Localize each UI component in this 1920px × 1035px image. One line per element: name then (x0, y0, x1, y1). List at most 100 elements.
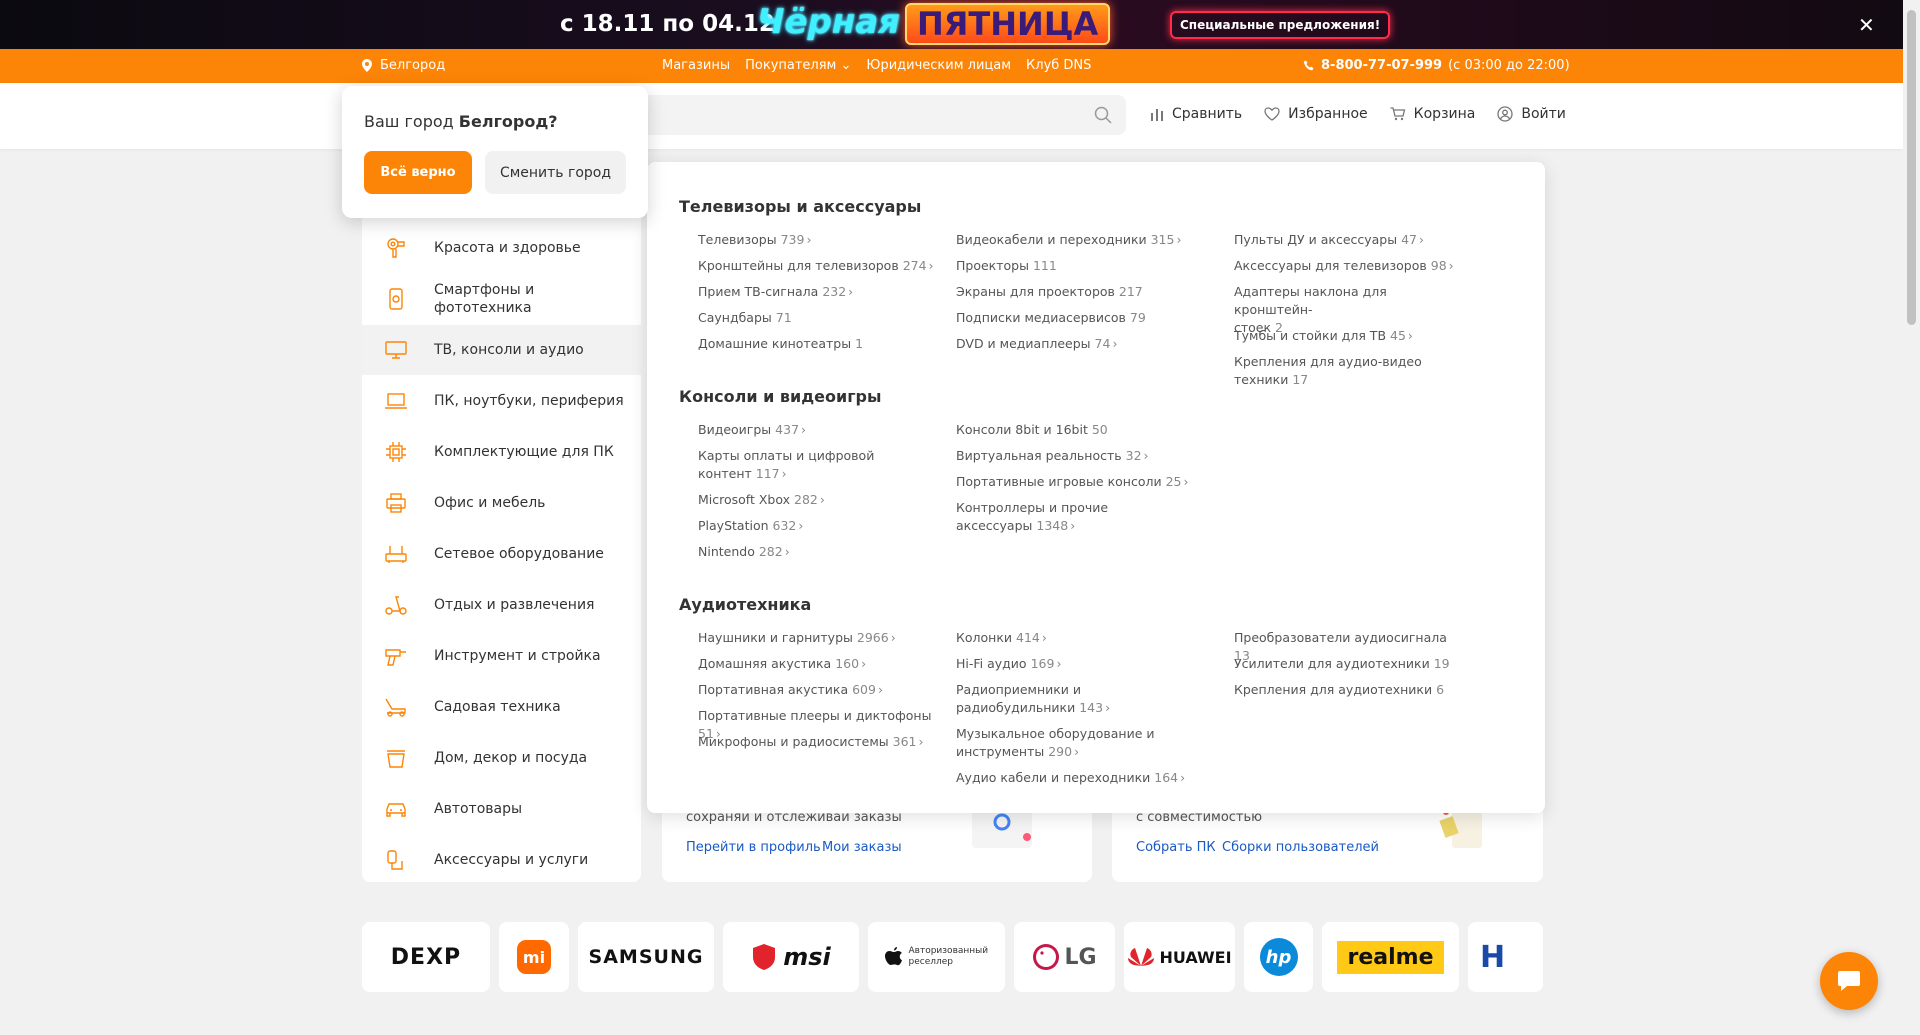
submenu-link-count: 1348 (1036, 518, 1069, 533)
city-confirm-button[interactable]: Всё верно (364, 151, 472, 194)
submenu-link[interactable]: Домашние кинотеатры 1 (698, 335, 938, 353)
brand-xiaomi[interactable]: mi (499, 922, 569, 992)
user-builds-link[interactable]: Сборки пользователей (1222, 840, 1379, 855)
sidebar-item-network[interactable]: Сетевое оборудование (362, 529, 641, 579)
sidebar-item-smartphones[interactable]: Смартфоны и фототехника (362, 274, 641, 324)
promo-banner[interactable]: с 18.11 по 04.12 Чёрная ПЯТНИЦА Специаль… (0, 0, 1903, 49)
submenu-link[interactable]: Виртуальная реальность 32 › (956, 447, 1196, 465)
submenu-link[interactable]: Контроллеры и прочие аксессуары 1348 › (956, 499, 1196, 535)
submenu-link[interactable]: Hi-Fi аудио 169 › (956, 655, 1196, 673)
tv-icon (385, 341, 407, 359)
search-icon[interactable] (1094, 106, 1112, 124)
profile-link[interactable]: Перейти в профиль (686, 840, 821, 855)
brand-partial[interactable]: H (1468, 922, 1543, 992)
submenu-link[interactable]: Крепления для аудио-видео техники 17 (1234, 353, 1464, 389)
sidebar-item-home[interactable]: Дом, декор и посуда (362, 733, 641, 783)
sidebar-item-tv[interactable]: ТВ, консоли и аудио (362, 325, 641, 375)
submenu-link[interactable]: Microsoft Xbox 282 › (698, 491, 938, 509)
brand-dexp[interactable]: DEXP (362, 922, 490, 992)
sidebar-item-tools[interactable]: Инструмент и стройка (362, 631, 641, 681)
chat-button[interactable] (1820, 952, 1878, 1010)
submenu-link[interactable]: Музыкальное оборудование и инструменты 29… (956, 725, 1196, 761)
build-pc-link[interactable]: Собрать ПК (1136, 840, 1216, 855)
submenu-link[interactable]: PlayStation 632 › (698, 517, 938, 535)
submenu-section-title[interactable]: Консоли и видеоигры (679, 387, 881, 406)
submenu-link-label: Видеоигры (698, 422, 772, 437)
sidebar-item-auto[interactable]: Автотовары (362, 784, 641, 834)
submenu-link[interactable]: Телевизоры 739 › (698, 231, 938, 249)
submenu-link-label: Домашние кинотеатры (698, 336, 852, 351)
search-input[interactable] (640, 95, 1080, 135)
page-scrollbar[interactable] (1903, 0, 1920, 1035)
submenu-link[interactable]: Экраны для проекторов 217 (956, 283, 1196, 301)
sidebar-item-garden[interactable]: Садовая техника (362, 682, 641, 732)
promo-special-offers[interactable]: Специальные предложения! (1170, 11, 1391, 39)
brand-huawei[interactable]: HUAWEI (1124, 922, 1235, 992)
submenu-link[interactable]: Прием ТВ-сигнала 232 › (698, 283, 938, 301)
submenu-link[interactable]: Карты оплаты и цифровой контент 117 › (698, 447, 938, 483)
brand-msi[interactable]: msi (723, 922, 859, 992)
close-icon[interactable]: ✕ (1858, 13, 1875, 37)
login-button[interactable]: Войти (1497, 106, 1566, 122)
submenu-link[interactable]: Видеокабели и переходники 315 › (956, 231, 1196, 249)
scrollbar-thumb[interactable] (1907, 10, 1916, 325)
brand-samsung[interactable]: SAMSUNG (578, 922, 714, 992)
cart-button[interactable]: Корзина (1390, 106, 1475, 122)
sidebar-item-label: Инструмент и стройка (434, 648, 601, 664)
submenu-link[interactable]: Портативные игровые консоли 25 › (956, 473, 1196, 491)
submenu-section-title[interactable]: Аудиотехника (679, 595, 811, 614)
search-box[interactable] (620, 95, 1126, 135)
nav-customers[interactable]: Покупателям ⌄ (745, 58, 851, 73)
submenu-link[interactable]: Домашняя акустика 160 › (698, 655, 938, 673)
submenu-link[interactable]: Пульты ДУ и аксессуары 47 › (1234, 231, 1464, 249)
submenu-link-label: Наушники и гарнитуры (698, 630, 853, 645)
submenu-link[interactable]: Подписки медиасервисов 79 (956, 309, 1196, 327)
submenu-link[interactable]: Аудио кабели и переходники 164 › (956, 769, 1196, 787)
submenu-link[interactable]: Аксессуары для телевизоров 98 › (1234, 257, 1464, 275)
phone[interactable]: 8-800-77-07-999 (с 03:00 до 22:00) (1303, 58, 1570, 73)
brand-xiaomi-logo: mi (517, 940, 551, 974)
submenu-link-count: 361 (892, 734, 917, 749)
submenu-section-title[interactable]: Телевизоры и аксессуары (679, 197, 921, 216)
submenu-link[interactable]: Радиоприемники и радиобудильники 143 › (956, 681, 1196, 717)
favorites-button[interactable]: Избранное (1264, 106, 1368, 122)
nav-club[interactable]: Клуб DNS (1026, 58, 1091, 73)
submenu-link[interactable]: Nintendo 282 › (698, 543, 938, 561)
sidebar-item-beauty[interactable]: Красота и здоровье (362, 223, 641, 273)
submenu-link[interactable]: Тумбы и стойки для ТВ 45 › (1234, 327, 1464, 345)
sidebar-item-label: Офис и мебель (434, 495, 546, 511)
submenu-link[interactable]: Микрофоны и радиосистемы 361 › (698, 733, 938, 751)
nav-business[interactable]: Юридическим лицам (866, 58, 1011, 73)
sidebar-item-pc[interactable]: ПК, ноутбуки, периферия (362, 376, 641, 426)
submenu-link[interactable]: Усилители для аудиотехники 19 (1234, 655, 1464, 673)
submenu-link[interactable]: Колонки 414 › (956, 629, 1196, 647)
sidebar-item-components[interactable]: Комплектующие для ПК (362, 427, 641, 477)
submenu-link[interactable]: Консоли 8bit и 16bit 50 (956, 421, 1196, 439)
submenu-link[interactable]: Портативная акустика 609 › (698, 681, 938, 699)
compare-button[interactable]: Сравнить (1150, 106, 1242, 122)
scooter-icon (385, 596, 407, 615)
submenu-link[interactable]: Проекторы 111 (956, 257, 1196, 275)
promo-dates: с 18.11 по 04.12 (560, 11, 775, 37)
submenu-link[interactable]: Саундбары 71 (698, 309, 938, 327)
submenu-link[interactable]: DVD и медиаплееры 74 › (956, 335, 1196, 353)
city-change-button[interactable]: Сменить город (485, 151, 626, 194)
submenu-link[interactable]: Видеоигры 437 › (698, 421, 938, 439)
brand-realme[interactable]: realme (1322, 922, 1459, 992)
sidebar-item-office[interactable]: Офис и мебель (362, 478, 641, 528)
sidebar-item-accessories[interactable]: Аксессуары и услуги (362, 835, 641, 885)
city-selector[interactable]: Белгород (362, 58, 445, 73)
brand-lg[interactable]: LG (1014, 922, 1115, 992)
submenu-link[interactable]: Крепления для аудиотехники 6 (1234, 681, 1464, 699)
printer-icon (386, 493, 406, 513)
orders-link[interactable]: Мои заказы (822, 840, 902, 855)
submenu-link-count: 79 (1129, 310, 1146, 325)
brand-apple[interactable]: Авторизованный реселлер (868, 922, 1005, 992)
sidebar-item-leisure[interactable]: Отдых и развлечения (362, 580, 641, 630)
heart-icon (1264, 107, 1280, 121)
submenu-link[interactable]: Наушники и гарнитуры 2966 › (698, 629, 938, 647)
nav-stores[interactable]: Магазины (662, 58, 730, 73)
submenu-link[interactable]: Кронштейны для телевизоров 274 › (698, 257, 938, 275)
submenu-link-count: 19 (1433, 656, 1450, 671)
brand-hp[interactable]: hp (1244, 922, 1313, 992)
